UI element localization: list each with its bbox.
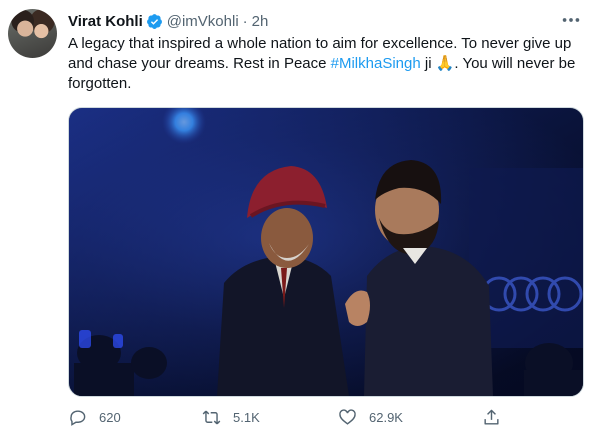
tweet-actions: 620 5.1K 62.9K bbox=[68, 405, 508, 429]
tweet-header: Virat Kohli @imVkohli · 2h bbox=[68, 11, 268, 31]
reply-count: 620 bbox=[99, 409, 121, 425]
share-button[interactable] bbox=[482, 405, 513, 429]
hashtag-link[interactable]: #MilkhaSingh bbox=[331, 55, 421, 72]
share-icon bbox=[484, 409, 499, 425]
folded-hands-emoji: 🙏 bbox=[435, 55, 455, 72]
reply-icon bbox=[70, 409, 86, 426]
like-count: 62.9K bbox=[369, 409, 403, 425]
verified-badge-icon bbox=[146, 13, 163, 30]
author-handle[interactable]: @imVkohli bbox=[167, 13, 239, 30]
tweet[interactable]: Virat Kohli @imVkohli · 2h A legacy that… bbox=[0, 0, 600, 446]
tweet-photo[interactable] bbox=[68, 107, 584, 397]
like-button[interactable]: 62.9K bbox=[338, 405, 403, 429]
heart-icon bbox=[339, 408, 356, 425]
retweet-icon bbox=[202, 410, 221, 424]
header-separator: · bbox=[242, 12, 248, 30]
reply-button[interactable]: 620 bbox=[68, 405, 121, 429]
tweet-text: A legacy that inspired a whole nation to… bbox=[68, 34, 583, 94]
tweet-text-part2: ji bbox=[420, 55, 436, 72]
author-name[interactable]: Virat Kohli bbox=[68, 13, 143, 30]
tweet-timestamp[interactable]: 2h bbox=[252, 13, 269, 30]
retweet-count: 5.1K bbox=[233, 409, 260, 425]
more-horizontal-icon[interactable] bbox=[560, 10, 582, 30]
photo-illustration bbox=[69, 108, 583, 396]
retweet-button[interactable]: 5.1K bbox=[202, 405, 260, 429]
avatar[interactable] bbox=[8, 9, 57, 58]
